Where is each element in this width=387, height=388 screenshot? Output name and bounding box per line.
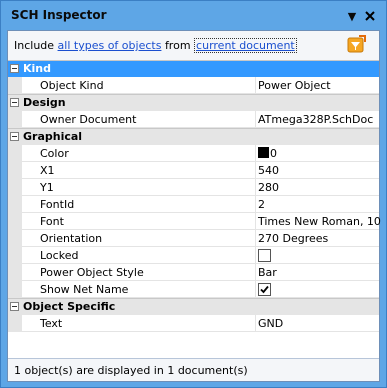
color-swatch bbox=[258, 147, 269, 158]
property-name: Locked bbox=[40, 249, 79, 262]
row-gutter bbox=[8, 77, 22, 94]
property-value-text: Bar bbox=[258, 266, 277, 279]
property-row[interactable]: Orientation 270 Degrees bbox=[8, 230, 379, 247]
property-name: FontId bbox=[40, 198, 75, 211]
property-value-text: 0 bbox=[270, 147, 277, 160]
property-value[interactable]: Power Object bbox=[258, 79, 331, 92]
property-value[interactable]: 280 bbox=[258, 181, 279, 194]
category-graphical[interactable]: Graphical bbox=[8, 128, 379, 145]
collapse-toggle-icon[interactable] bbox=[10, 132, 19, 141]
property-name: Text bbox=[40, 317, 63, 330]
property-row[interactable]: Text GND bbox=[8, 315, 379, 332]
property-row[interactable]: FontId 2 bbox=[8, 196, 379, 213]
column-divider bbox=[255, 230, 256, 247]
property-name: X1 bbox=[40, 164, 55, 177]
row-gutter bbox=[8, 196, 22, 213]
property-name: Show Net Name bbox=[40, 283, 129, 296]
property-value[interactable]: GND bbox=[258, 317, 283, 330]
property-checkbox[interactable] bbox=[258, 249, 271, 262]
row-gutter bbox=[8, 315, 22, 332]
column-divider bbox=[255, 281, 256, 298]
category-label: Design bbox=[23, 96, 66, 109]
property-value-text: 540 bbox=[258, 164, 279, 177]
property-value-text: ATmega328P.SchDoc bbox=[258, 113, 374, 126]
property-value[interactable]: ATmega328P.SchDoc bbox=[258, 113, 373, 126]
property-value-text: Times New Roman, 10 bbox=[258, 215, 381, 228]
status-bar: 1 object(s) are displayed in 1 document(… bbox=[8, 358, 379, 381]
property-row[interactable]: Color 0 bbox=[8, 145, 379, 162]
row-gutter bbox=[8, 264, 22, 281]
category-object-specific[interactable]: Object Specific bbox=[8, 298, 379, 315]
property-value[interactable]: 0 bbox=[258, 147, 277, 160]
category-label: Kind bbox=[23, 62, 51, 75]
category-design[interactable]: Design bbox=[8, 94, 379, 111]
sch-inspector-panel: SCH Inspector ▼ Include all types of obj… bbox=[0, 0, 387, 388]
filter-middle: from bbox=[164, 39, 191, 52]
property-name: Power Object Style bbox=[40, 266, 144, 279]
property-value-text: Power Object bbox=[258, 79, 331, 92]
property-name: Orientation bbox=[40, 232, 103, 245]
property-row[interactable]: Locked bbox=[8, 247, 379, 264]
property-row[interactable]: Power Object Style Bar bbox=[8, 264, 379, 281]
property-grid: Kind Object Kind Power Object Design Owner D… bbox=[8, 60, 381, 332]
filter-prefix: Include bbox=[14, 39, 55, 52]
property-name: Font bbox=[40, 215, 64, 228]
property-row[interactable]: Y1 280 bbox=[8, 179, 379, 196]
panel-titlebar: SCH Inspector ▼ bbox=[1, 1, 386, 30]
row-gutter bbox=[8, 145, 22, 162]
property-row[interactable]: Font Times New Roman, 10 bbox=[8, 213, 381, 230]
column-divider bbox=[255, 315, 256, 332]
column-divider bbox=[255, 111, 256, 128]
property-name: Owner Document bbox=[40, 113, 137, 126]
collapse-toggle-icon[interactable] bbox=[10, 302, 19, 311]
row-gutter bbox=[8, 230, 22, 247]
property-value[interactable]: Bar bbox=[258, 266, 277, 279]
column-divider bbox=[255, 179, 256, 196]
scope-link[interactable]: current document bbox=[194, 38, 297, 53]
close-icon[interactable] bbox=[363, 9, 377, 23]
column-divider bbox=[255, 213, 256, 230]
property-row[interactable]: Object Kind Power Object bbox=[8, 77, 379, 94]
inspector-body: Include all types of objects from curren… bbox=[7, 30, 381, 382]
property-row[interactable]: Show Net Name bbox=[8, 281, 379, 298]
property-value[interactable]: 270 Degrees bbox=[258, 232, 328, 245]
category-label: Object Specific bbox=[23, 300, 116, 313]
property-row[interactable]: Owner Document ATmega328P.SchDoc bbox=[8, 111, 379, 128]
column-divider bbox=[255, 264, 256, 281]
category-label: Graphical bbox=[23, 130, 83, 143]
dropdown-pin-icon[interactable]: ▼ bbox=[345, 9, 359, 23]
row-gutter bbox=[8, 162, 22, 179]
column-divider bbox=[255, 145, 256, 162]
row-gutter bbox=[8, 213, 22, 230]
column-divider bbox=[255, 196, 256, 213]
property-value[interactable]: Times New Roman, 10 bbox=[258, 215, 381, 228]
status-text: 1 object(s) are displayed in 1 document(… bbox=[14, 364, 248, 377]
filter-text: Include all types of objects from curren… bbox=[14, 38, 297, 53]
property-value-text: 2 bbox=[258, 198, 265, 211]
property-name: Object Kind bbox=[40, 79, 104, 92]
property-value-text: 270 Degrees bbox=[258, 232, 329, 245]
property-row[interactable]: X1 540 bbox=[8, 162, 379, 179]
collapse-toggle-icon[interactable] bbox=[10, 98, 19, 107]
column-divider bbox=[255, 162, 256, 179]
property-name: Y1 bbox=[40, 181, 54, 194]
property-value[interactable]: 540 bbox=[258, 164, 279, 177]
filter-icon[interactable] bbox=[345, 35, 367, 55]
filter-bar: Include all types of objects from curren… bbox=[8, 31, 379, 60]
property-value-text: GND bbox=[258, 317, 284, 330]
row-gutter bbox=[8, 281, 22, 298]
panel-title: SCH Inspector bbox=[11, 8, 107, 22]
object-types-link[interactable]: all types of objects bbox=[58, 39, 162, 52]
row-gutter bbox=[8, 179, 22, 196]
property-checkbox[interactable] bbox=[258, 283, 271, 296]
row-gutter bbox=[8, 111, 22, 128]
column-divider bbox=[255, 247, 256, 264]
column-divider bbox=[255, 77, 256, 94]
property-value-text: 280 bbox=[258, 181, 279, 194]
collapse-toggle-icon[interactable] bbox=[10, 64, 19, 73]
row-gutter bbox=[8, 247, 22, 264]
property-name: Color bbox=[40, 147, 69, 160]
category-kind[interactable]: Kind bbox=[8, 60, 379, 77]
property-value[interactable]: 2 bbox=[258, 198, 265, 211]
